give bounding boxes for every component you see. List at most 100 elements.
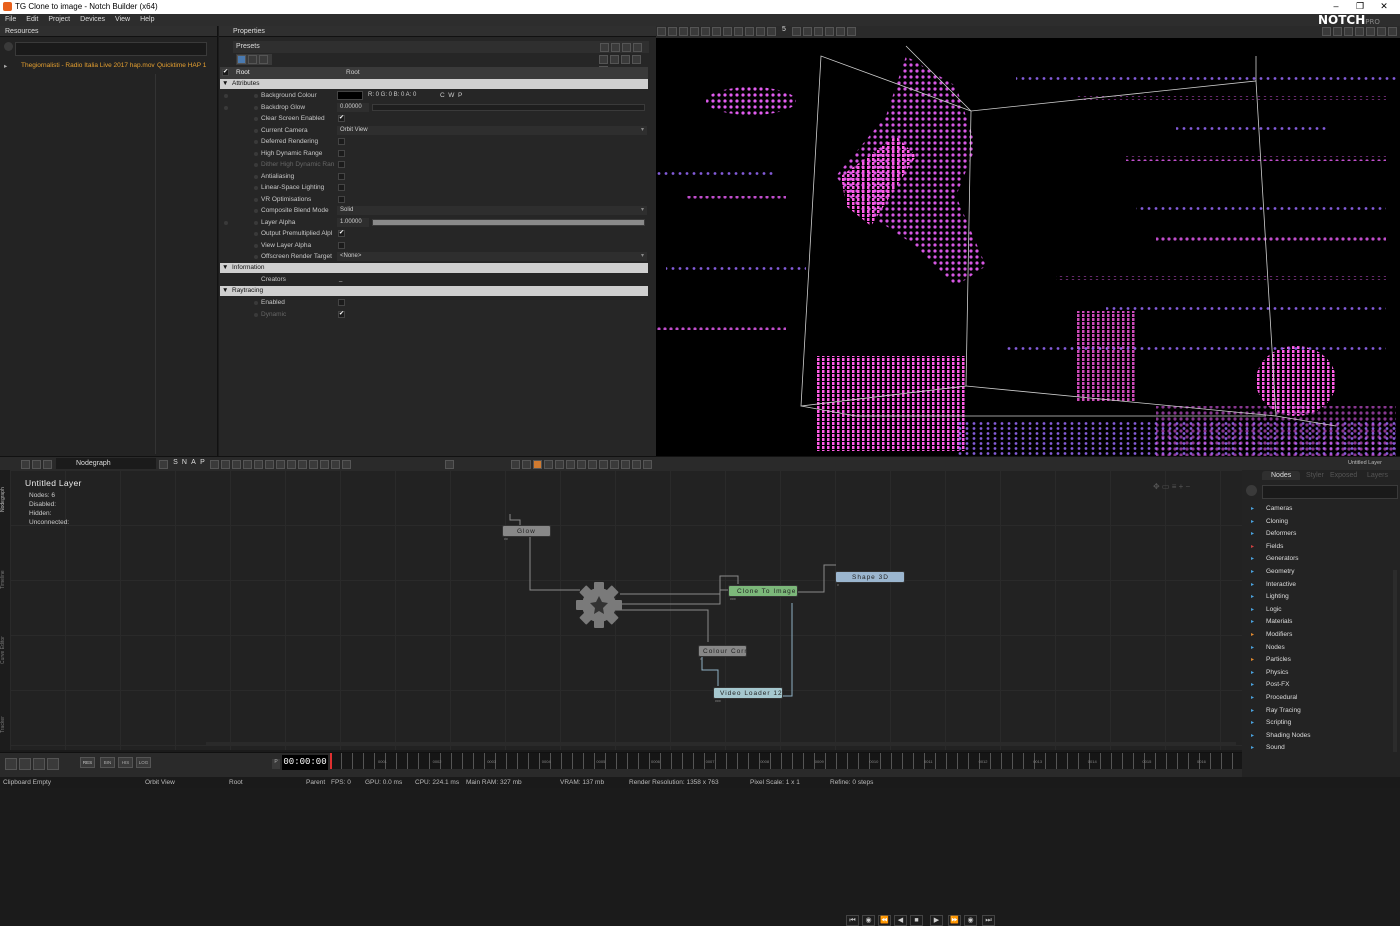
graph-icon[interactable]	[33, 758, 45, 770]
horizontal-scrollbar[interactable]	[206, 742, 1236, 746]
side-tab-curve-editor[interactable]: Curve Editor	[0, 620, 10, 680]
node-category-procedural[interactable]: Procedural	[1251, 694, 1298, 701]
grid-icon[interactable]	[577, 460, 586, 469]
tab-styler[interactable]: Styler	[1302, 471, 1328, 480]
property-row[interactable]: Output Premultiplied Alpl ✔	[220, 228, 648, 240]
render-viewport[interactable]	[656, 26, 1400, 456]
node-category-lighting[interactable]: Lighting	[1251, 593, 1289, 600]
property-checkbox[interactable]	[338, 149, 345, 157]
node-clone-to-image[interactable]: Clone To Image ᵒᵒᵒ	[728, 585, 798, 603]
node-category-ray-tracing[interactable]: Ray Tracing	[1251, 707, 1301, 714]
node-category-sound[interactable]: Sound	[1251, 744, 1285, 751]
square-icon[interactable]	[813, 27, 823, 36]
magnet-icon[interactable]	[220, 460, 230, 469]
colour-swatch[interactable]	[337, 91, 363, 100]
play-icon[interactable]	[555, 460, 564, 469]
dynamic-checkbox[interactable]: ✔	[338, 311, 345, 318]
node-category-physics[interactable]: Physics	[1251, 669, 1289, 676]
property-row-dynamic[interactable]: Dynamic ✔	[220, 309, 648, 321]
frame-icon[interactable]	[297, 460, 307, 469]
resource-item[interactable]: ▸ Thegiornalisti - Radio Italia Live 201…	[4, 62, 214, 74]
property-row[interactable]: Deferred Rendering	[220, 136, 648, 148]
property-checkbox[interactable]	[338, 241, 345, 249]
node-category-fields[interactable]: Fields	[1251, 543, 1284, 550]
tag-icon[interactable]	[319, 460, 329, 469]
list-icon[interactable]	[622, 43, 631, 52]
property-row[interactable]: Clear Screen Enabled ✔	[220, 113, 648, 125]
filter-icon[interactable]	[341, 460, 351, 469]
property-value[interactable]: R: 0 G: 0 B: 0 A: 0	[365, 91, 419, 100]
bolt-icon[interactable]	[723, 27, 732, 36]
sun-icon[interactable]	[734, 27, 743, 36]
node-category-materials[interactable]: Materials	[1251, 618, 1293, 625]
grid-icon[interactable]	[767, 27, 776, 36]
property-checkbox[interactable]	[338, 161, 345, 168]
property-value[interactable]: 0.00000	[337, 102, 369, 112]
vertical-scrollbar[interactable]	[1393, 570, 1397, 770]
menu-view[interactable]: View	[110, 14, 135, 25]
property-row[interactable]: High Dynamic Range	[220, 148, 648, 160]
property-row[interactable]: Dither High Dynamic Ran	[220, 159, 648, 171]
property-checkbox[interactable]: ✔	[338, 230, 345, 237]
log-button[interactable]: LOG	[136, 757, 151, 768]
ak-icon[interactable]	[159, 460, 168, 469]
property-row[interactable]: Layer Alpha 1.00000	[220, 217, 648, 229]
color-icon[interactable]	[533, 460, 542, 469]
stack-icon[interactable]	[522, 460, 531, 469]
property-value[interactable]: Orbit View ▾	[337, 125, 647, 135]
snap-p[interactable]: P	[198, 459, 207, 466]
root-node[interactable]	[576, 582, 622, 628]
node-category-nodes[interactable]: Nodes	[1251, 644, 1285, 651]
gear-icon[interactable]	[445, 460, 454, 469]
camera-icon[interactable]	[690, 27, 699, 36]
property-row[interactable]: Linear-Space Lighting	[220, 182, 648, 194]
paste-icon[interactable]	[43, 460, 52, 469]
tab-layers[interactable]: Layers	[1363, 471, 1392, 480]
ak-icon[interactable]	[701, 27, 710, 36]
maximize-icon[interactable]: ❐	[1348, 1, 1372, 12]
property-checkbox[interactable]	[338, 184, 345, 191]
nodegraph-canvas[interactable]: Glow ᵒᵒ Clone To Image ᵒᵒᵒ Shape 3D ᵒ Colou…	[10, 470, 1242, 750]
eye-icon[interactable]	[599, 460, 608, 469]
settings-icon[interactable]	[4, 42, 13, 51]
fx-icon[interactable]	[643, 460, 652, 469]
side-tab-nodegraph[interactable]: Nodegraph	[0, 480, 10, 520]
undo-icon[interactable]	[621, 55, 630, 64]
shield-icon[interactable]	[632, 55, 641, 64]
scale-icon[interactable]	[835, 27, 845, 36]
node-search-input[interactable]	[1262, 485, 1398, 499]
node-category-cloning[interactable]: Cloning	[1251, 518, 1288, 525]
zoom-icon[interactable]	[286, 460, 296, 469]
node-category-geometry[interactable]: Geometry	[1251, 568, 1294, 575]
chart-icon[interactable]	[566, 460, 575, 469]
node-category-logic[interactable]: Logic	[1251, 606, 1281, 613]
node-category-deformers[interactable]: Deformers	[1251, 530, 1297, 537]
pan-icon[interactable]	[846, 27, 856, 36]
layers-icon[interactable]	[275, 460, 285, 469]
refresh-icon[interactable]	[633, 43, 642, 52]
fast-forward-icon[interactable]: ⏩	[948, 915, 961, 926]
copy-icon[interactable]	[32, 460, 41, 469]
menu-help[interactable]: Help	[135, 14, 159, 25]
paste-icon[interactable]	[610, 55, 619, 64]
move-icon[interactable]	[1333, 27, 1342, 36]
target-icon[interactable]	[712, 27, 721, 36]
back-arrow-icon[interactable]	[47, 758, 59, 770]
animate-dot[interactable]	[224, 105, 228, 110]
node-category-generators[interactable]: Generators	[1251, 555, 1298, 562]
root-enabled-checkbox[interactable]: ✔	[222, 69, 229, 76]
layer-icon[interactable]	[544, 460, 553, 469]
minimize-icon[interactable]: –	[1324, 1, 1348, 11]
root-row[interactable]: ✔ Root Root	[220, 67, 648, 79]
ruler-icon[interactable]	[802, 27, 812, 36]
animate-dot[interactable]	[224, 220, 228, 225]
bin-button[interactable]: BIN	[100, 757, 115, 768]
node-colour-correction[interactable]: Colour Corr... ᵒ	[698, 645, 755, 663]
timecode-display[interactable]: 00:00:00	[282, 755, 328, 770]
shape-icon[interactable]	[745, 27, 754, 36]
copy-icon[interactable]	[599, 55, 608, 64]
property-row[interactable]: Offscreen Render Target <None> ▾	[220, 251, 648, 263]
tab-nodes[interactable]: Nodes	[1262, 471, 1301, 480]
animate-dot[interactable]	[224, 94, 228, 98]
property-checkbox[interactable]	[338, 172, 345, 180]
